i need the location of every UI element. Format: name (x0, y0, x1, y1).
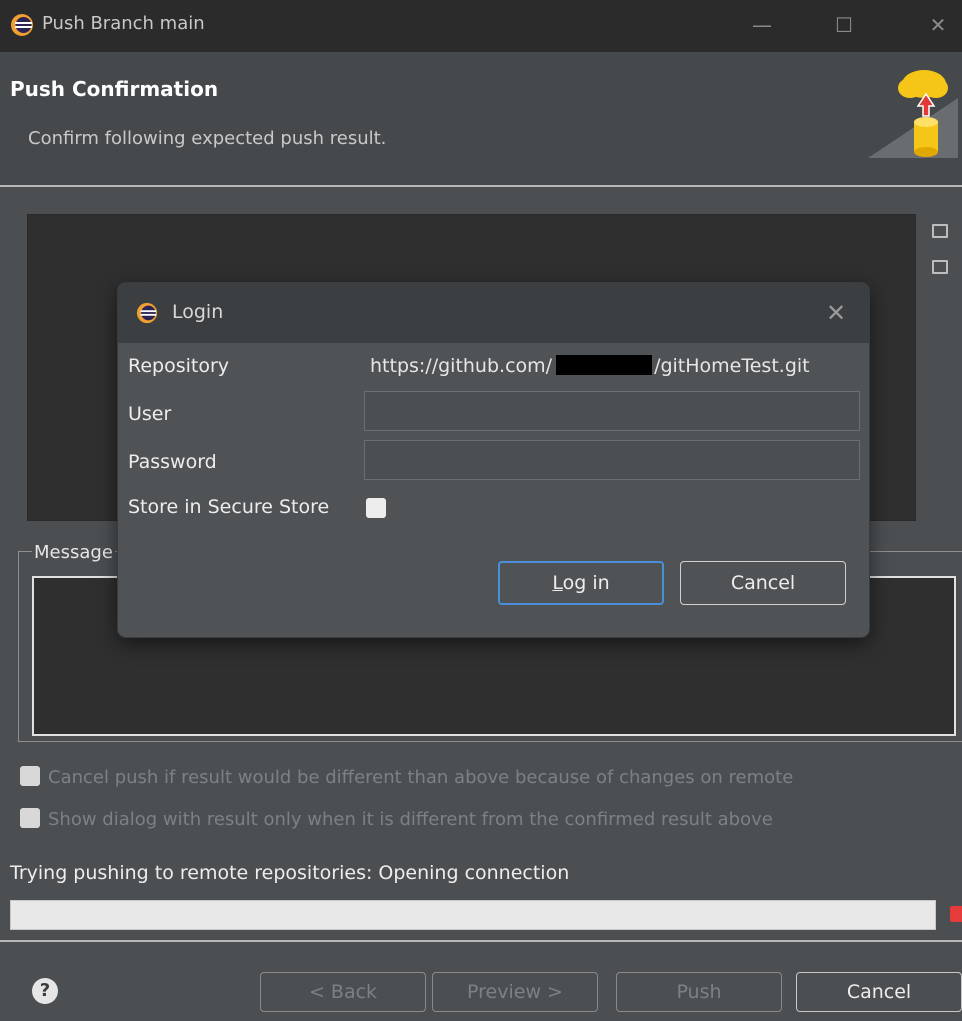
show-dialog-option[interactable]: Show dialog with result only when it is … (20, 808, 773, 830)
redacted-username (556, 355, 653, 375)
page-title: Push Confirmation (10, 77, 219, 101)
user-label: User (128, 403, 172, 425)
preview-button[interactable]: Preview > (432, 972, 598, 1012)
window-titlebar: Push Branch main — ☐ ✕ (0, 0, 962, 52)
message-group-label: Message (32, 542, 115, 563)
login-title: Login (172, 301, 224, 323)
back-button[interactable]: < Back (260, 972, 426, 1012)
help-icon[interactable]: ? (32, 978, 58, 1004)
eclipse-icon (136, 302, 158, 324)
collapse-all-icon[interactable] (932, 224, 948, 238)
login-close-button[interactable]: ✕ (818, 295, 854, 331)
repository-label: Repository (128, 355, 230, 377)
login-mnemonic: L (552, 572, 563, 594)
close-button[interactable]: ✕ (918, 8, 958, 42)
minimize-button[interactable]: — (742, 8, 782, 42)
login-button[interactable]: Log in (498, 561, 664, 605)
cancel-if-different-option[interactable]: Cancel push if result would be different… (20, 766, 793, 788)
stop-icon[interactable] (950, 906, 962, 922)
login-dialog: Login ✕ Repository https://github.com/ /g… (118, 283, 869, 637)
push-button[interactable]: Push (616, 972, 782, 1012)
window-title: Push Branch main (42, 13, 205, 34)
repository-url: https://github.com/ /gitHomeTest.git (370, 355, 810, 377)
banner-separator (0, 185, 962, 187)
cancel-if-different-checkbox[interactable] (20, 766, 40, 786)
password-input[interactable] (364, 440, 860, 480)
cancel-button[interactable]: Cancel (796, 972, 962, 1012)
push-cloud-icon (868, 70, 958, 158)
footer-separator (0, 940, 962, 942)
page-description: Confirm following expected push result. (28, 128, 387, 149)
repository-url-suffix: /gitHomeTest.git (654, 355, 810, 377)
cancel-if-different-label: Cancel push if result would be different… (48, 767, 794, 788)
login-cancel-button[interactable]: Cancel (680, 561, 846, 605)
expand-all-icon[interactable] (932, 260, 948, 274)
wizard-banner (0, 52, 962, 185)
user-input[interactable] (364, 391, 860, 431)
progress-bar (10, 900, 936, 930)
login-titlebar (118, 283, 869, 343)
maximize-button[interactable]: ☐ (824, 8, 864, 42)
store-label: Store in Secure Store (128, 496, 330, 518)
login-button-label: og in (562, 572, 610, 594)
store-secure-checkbox[interactable] (366, 498, 386, 518)
show-dialog-checkbox[interactable] (20, 808, 40, 828)
show-dialog-label: Show dialog with result only when it is … (48, 809, 773, 830)
repository-url-prefix: https://github.com/ (370, 355, 553, 377)
password-label: Password (128, 451, 217, 473)
eclipse-icon (11, 14, 33, 36)
status-text: Trying pushing to remote repositories: O… (10, 862, 570, 884)
